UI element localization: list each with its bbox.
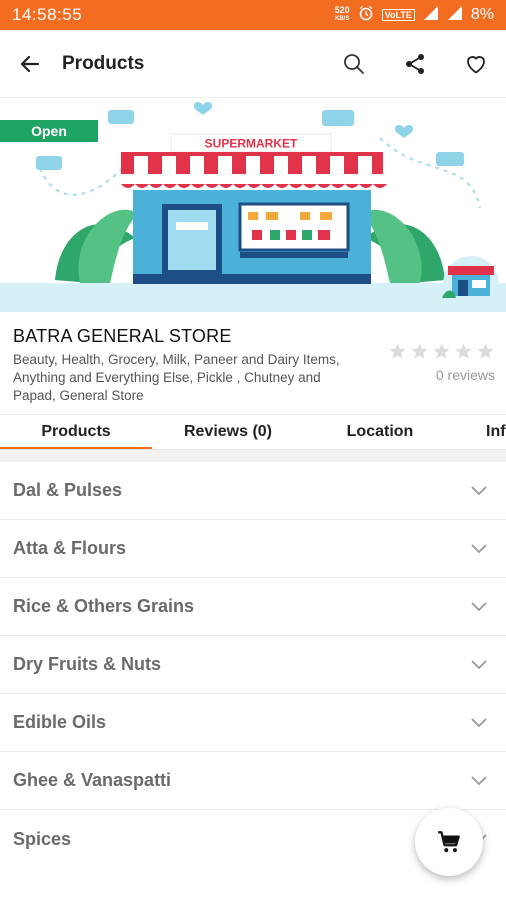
store-rating[interactable]: 0 reviews	[385, 342, 495, 383]
status-icons: 520 KB/S VoLTE 8%	[335, 5, 494, 26]
chevron-down-icon	[469, 597, 489, 617]
chevron-down-icon	[469, 655, 489, 675]
category-label: Dal & Pulses	[13, 480, 123, 500]
app-bar: Products	[0, 30, 506, 98]
category-row-rice-grains[interactable]: Rice & Others Grains	[0, 578, 506, 636]
banner-sign-text: SUPERMARKET	[205, 137, 298, 151]
search-button[interactable]	[323, 30, 384, 98]
signal-icon	[423, 5, 439, 26]
star-icon	[477, 343, 494, 359]
category-label: Atta & Flours	[13, 538, 127, 558]
star-icon	[455, 343, 472, 359]
share-button[interactable]	[384, 30, 445, 98]
reviews-count: 0 reviews	[435, 367, 495, 383]
share-icon	[405, 53, 424, 74]
tab-info[interactable]: Inf	[456, 415, 506, 449]
chevron-down-icon	[469, 771, 489, 791]
category-row-atta-flours[interactable]: Atta & Flours	[0, 520, 506, 578]
star-icon	[433, 343, 450, 359]
category-row-dal-pulses[interactable]: Dal & Pulses	[0, 462, 506, 520]
category-row-edible-oils[interactable]: Edible Oils	[0, 694, 506, 752]
chevron-down-icon	[469, 481, 489, 501]
signal-icon-2	[447, 5, 463, 26]
volte-badge: VoLTE	[381, 9, 415, 21]
favorite-button[interactable]	[445, 30, 506, 98]
category-list: Dal & Pulses Atta & Flours Rice & Others…	[0, 462, 506, 868]
app-bar-actions	[323, 30, 506, 98]
store-banner: SUPERMARKET Open	[0, 98, 506, 312]
battery-level: 8%	[470, 6, 494, 23]
chevron-down-icon	[469, 713, 489, 733]
category-label: Dry Fruits & Nuts	[13, 654, 162, 674]
arrow-back-icon	[20, 55, 40, 72]
tab-products[interactable]: Products	[0, 415, 152, 449]
status-time: 14:58:55	[12, 5, 83, 24]
store-categories: Beauty, Health, Grocery, Milk, Paneer an…	[13, 352, 340, 403]
chevron-down-icon	[469, 539, 489, 559]
store-tabs: Products Reviews (0) Location Inf	[0, 414, 506, 450]
category-row-dry-fruits-nuts[interactable]: Dry Fruits & Nuts	[0, 636, 506, 694]
network-speed: 520 KB/S	[334, 5, 350, 23]
back-button[interactable]	[0, 30, 60, 98]
category-row-ghee-vanaspatti[interactable]: Ghee & Vanaspatti	[0, 752, 506, 810]
alarm-icon	[358, 5, 374, 26]
status-bar: 14:58:55 520 KB/S VoLTE 8%	[0, 0, 506, 30]
search-icon	[343, 53, 364, 74]
star-icon	[389, 343, 406, 359]
category-label: Ghee & Vanaspatti	[13, 770, 172, 790]
star-icon	[411, 343, 428, 359]
open-status-badge: Open	[0, 120, 98, 142]
heart-icon	[466, 55, 485, 73]
cart-icon	[438, 831, 460, 853]
tab-location[interactable]: Location	[304, 415, 456, 449]
category-label: Spices	[13, 828, 72, 849]
section-divider	[0, 450, 506, 462]
category-label: Rice & Others Grains	[13, 596, 195, 616]
rating-stars	[385, 342, 495, 361]
store-info: BATRA GENERAL STORE Beauty, Health, Groc…	[0, 312, 506, 414]
cart-button[interactable]	[415, 808, 483, 876]
tab-reviews[interactable]: Reviews (0)	[152, 415, 304, 449]
page-title: Products	[62, 52, 145, 74]
category-label: Edible Oils	[13, 712, 107, 732]
